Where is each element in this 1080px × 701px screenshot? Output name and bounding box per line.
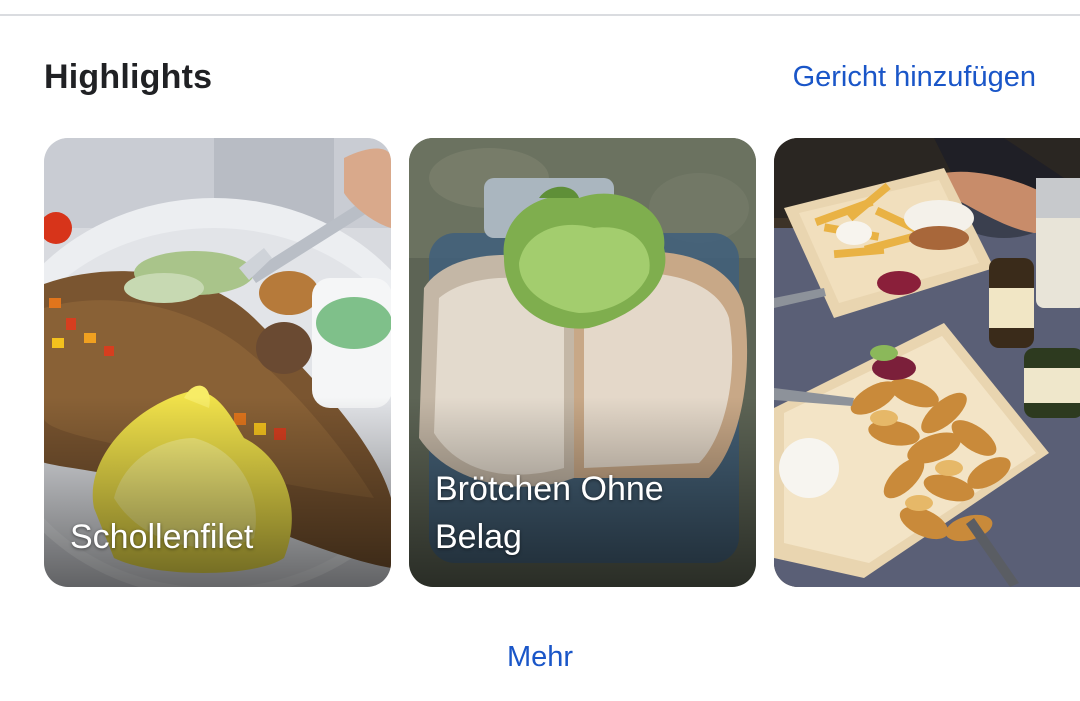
dish-card-fries-platter[interactable]	[774, 138, 1080, 587]
fries-and-wedges-platter-photo	[774, 138, 1080, 587]
more-link-row: Mehr	[0, 636, 1080, 678]
top-divider	[0, 14, 1080, 16]
section-title: Highlights	[44, 58, 213, 96]
dish-name: Schollenfilet	[70, 518, 254, 556]
dish-card-broetchen-ohne-belag[interactable]: Brötchen Ohne Belag	[409, 138, 756, 587]
highlights-carousel[interactable]: Schollenfilet Brötchen Ohne Belag	[44, 138, 1080, 587]
dish-name: Brötchen Ohne Belag	[435, 470, 664, 556]
more-button[interactable]: Mehr	[507, 641, 573, 673]
dish-card-schollenfilet[interactable]: Schollenfilet	[44, 138, 391, 587]
add-dish-link[interactable]: Gericht hinzufügen	[793, 56, 1036, 98]
